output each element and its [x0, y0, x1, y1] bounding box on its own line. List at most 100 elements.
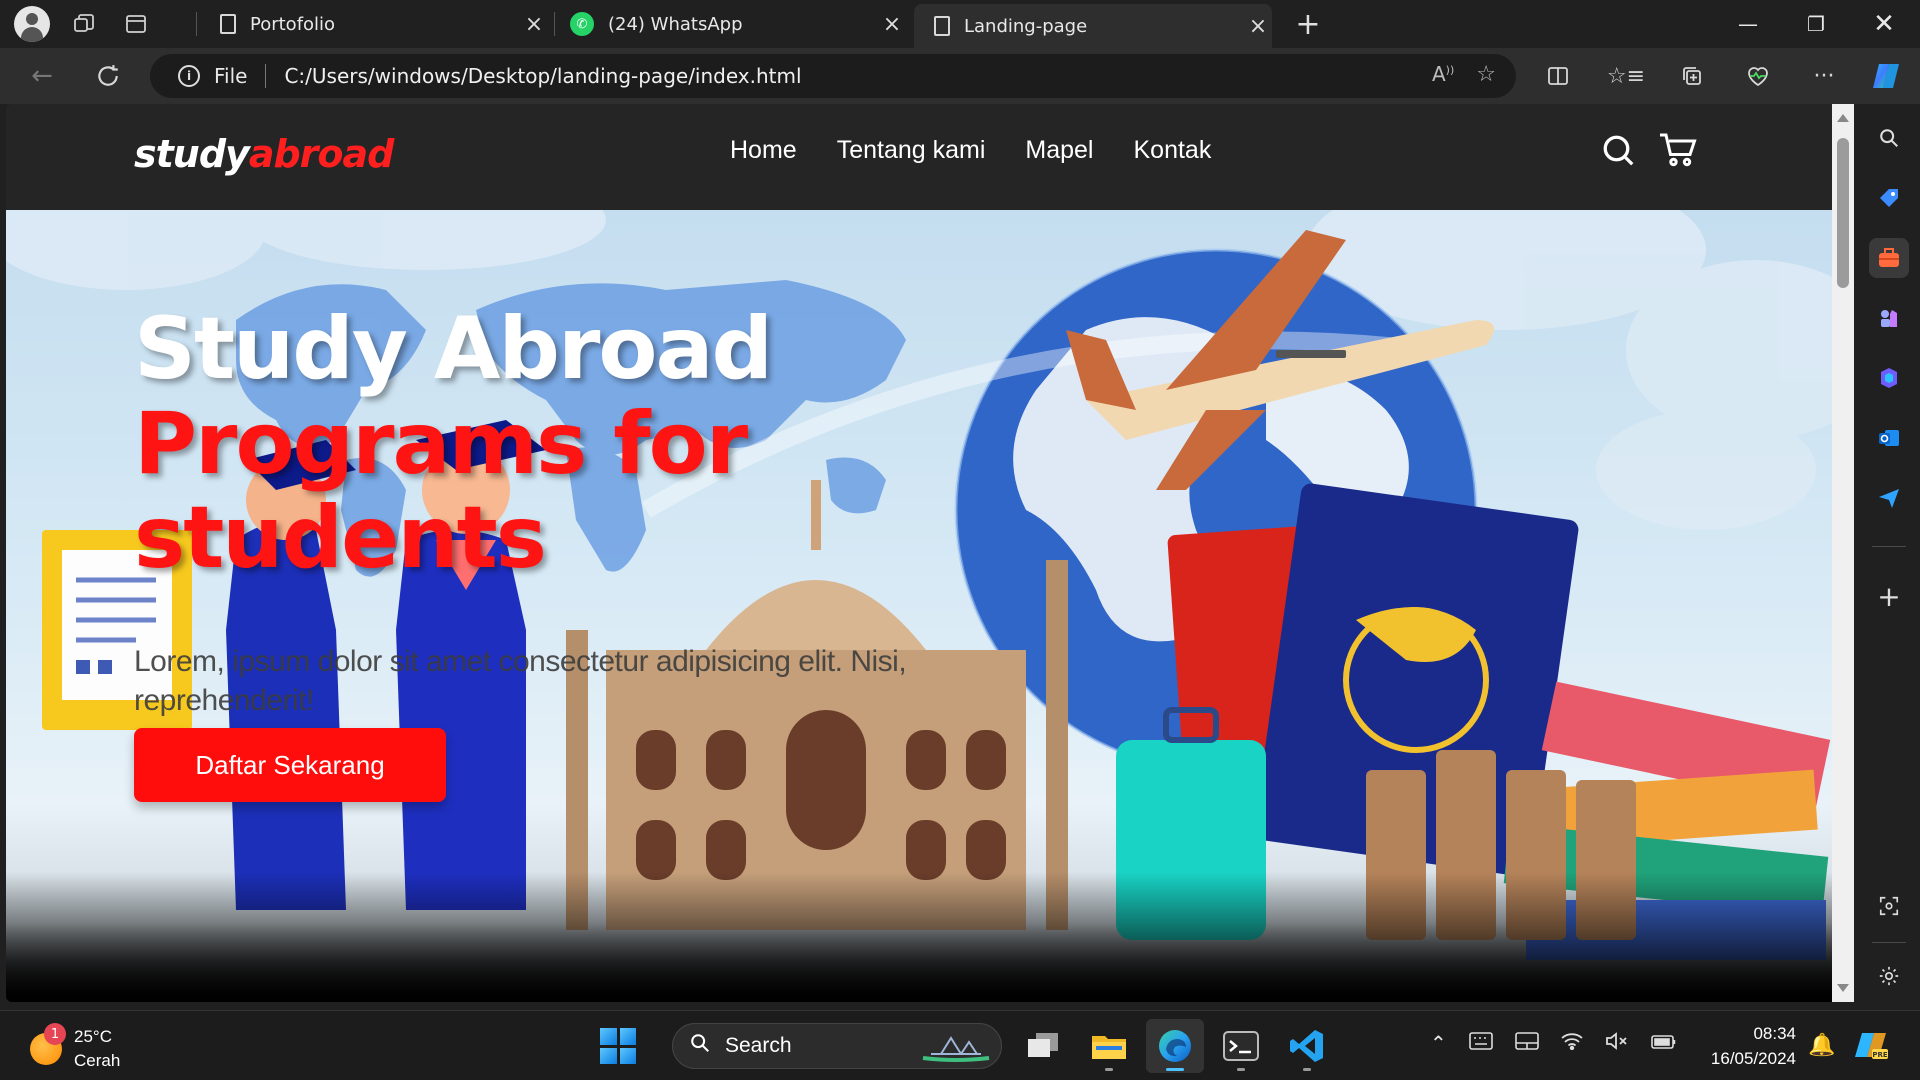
clock-date: 16/05/2024 — [1710, 1049, 1796, 1068]
tab-separator — [554, 12, 555, 36]
logo-part-abroad: abroad — [248, 132, 395, 176]
hero-title-line2: Programs for — [134, 393, 748, 494]
weather-condition: Cerah — [74, 1051, 121, 1070]
hero-bottom-fade — [6, 872, 1832, 1002]
games-chess-icon[interactable] — [1869, 298, 1909, 338]
close-window-button[interactable]: ✕ — [1850, 0, 1918, 48]
copilot-taskbar-icon[interactable]: PRE — [1854, 1027, 1890, 1063]
file-explorer-icon[interactable] — [1080, 1019, 1138, 1073]
split-screen-icon[interactable] — [1538, 58, 1578, 94]
search-placeholder: Search — [725, 1034, 792, 1057]
outlook-icon[interactable] — [1869, 418, 1909, 458]
keyboard-icon[interactable] — [1468, 1031, 1493, 1055]
site-menu: Home Tentang kami Mapel Kontak — [730, 136, 1211, 165]
address-bar[interactable]: i File C:/Users/windows/Desktop/landing-… — [150, 54, 1516, 98]
page-icon — [934, 16, 950, 36]
collections-icon[interactable] — [1672, 58, 1712, 94]
browser-essentials-icon[interactable] — [1738, 58, 1778, 94]
page-viewport: studyabroad Home Tentang kami Mapel Kont… — [6, 104, 1832, 1002]
tab-landing-page[interactable]: Landing-page × — [914, 4, 1272, 48]
scroll-thumb[interactable] — [1837, 138, 1849, 288]
search-icon[interactable] — [1600, 132, 1636, 172]
hero-title-line3: students — [134, 488, 547, 589]
menu-mapel[interactable]: Mapel — [1025, 136, 1093, 165]
tab-whatsapp[interactable]: ✆ (24) WhatsApp × — [558, 4, 906, 44]
page-icon — [220, 14, 236, 34]
restore-button[interactable]: ❐ — [1782, 0, 1850, 48]
profile-avatar[interactable] — [14, 6, 50, 42]
register-now-button[interactable]: Daftar Sekarang — [134, 728, 446, 802]
hero-description: Lorem, ipsum dolor sit amet consectetur … — [134, 645, 907, 717]
copilot-icon[interactable] — [1866, 58, 1906, 94]
tools-briefcase-icon[interactable] — [1869, 238, 1909, 278]
browser-tab-bar: Portofolio × ✆ (24) WhatsApp × Landing-p… — [0, 0, 1920, 48]
weather-widget[interactable]: 1 25°C Cerah — [30, 1023, 121, 1073]
tab-separator — [196, 12, 197, 36]
start-button[interactable] — [600, 1028, 636, 1064]
screenshot-icon[interactable] — [1869, 886, 1909, 926]
touchpad-icon[interactable] — [1514, 1031, 1539, 1055]
minimize-button[interactable]: — — [1714, 0, 1782, 48]
weather-temperature: 25°C — [74, 1027, 112, 1046]
tab-portofolio[interactable]: Portofolio × — [200, 4, 548, 44]
hero-title: Study Abroad Programs for students — [134, 302, 773, 589]
close-tab-icon[interactable]: × — [520, 12, 548, 37]
system-tray: ⌃ — [1430, 1031, 1677, 1055]
cart-icon[interactable] — [1658, 132, 1698, 172]
taskbar-search[interactable]: Search — [672, 1023, 1002, 1069]
tab-label: Portofolio — [250, 13, 336, 35]
add-icon[interactable]: + — [1869, 576, 1909, 616]
settings-gear-icon[interactable] — [1869, 956, 1909, 996]
wifi-icon[interactable] — [1561, 1031, 1583, 1055]
menu-home[interactable]: Home — [730, 136, 797, 165]
divider — [265, 64, 267, 88]
chevron-up-icon[interactable]: ⌃ — [1430, 1031, 1447, 1055]
scroll-up-arrow-icon[interactable] — [1837, 114, 1849, 122]
search-icon — [689, 1032, 711, 1060]
close-tab-icon[interactable]: × — [878, 12, 906, 37]
favorite-star-icon[interactable]: ☆ — [1476, 62, 1496, 87]
close-tab-icon[interactable]: × — [1244, 14, 1272, 39]
read-aloud-icon[interactable]: A)) — [1432, 62, 1454, 87]
edge-sidebar: + — [1858, 104, 1920, 1010]
terminal-icon[interactable] — [1212, 1019, 1270, 1073]
workspaces-icon[interactable] — [62, 2, 106, 46]
bridge-highlight-icon — [922, 1036, 990, 1062]
send-icon[interactable] — [1869, 478, 1909, 518]
edge-browser-icon[interactable] — [1146, 1019, 1204, 1073]
scroll-down-arrow-icon[interactable] — [1837, 984, 1849, 992]
notification-bell-icon[interactable]: 🔔 — [1808, 1033, 1835, 1058]
hero-section: Study Abroad Programs for students Lorem… — [6, 210, 1832, 1002]
task-view-icon[interactable] — [1014, 1019, 1072, 1073]
tab-label: Landing-page — [964, 15, 1088, 37]
system-clock[interactable]: 08:34 16/05/2024 — [1700, 1021, 1796, 1071]
battery-icon[interactable] — [1650, 1031, 1677, 1055]
url-text[interactable]: C:/Users/windows/Desktop/landing-page/in… — [284, 64, 801, 88]
more-options-icon[interactable]: ··· — [1804, 58, 1844, 94]
windows-taskbar: 1 25°C Cerah Search ⌃ 08:34 16/05/2024 🔔… — [0, 1010, 1920, 1080]
menu-kontak[interactable]: Kontak — [1133, 136, 1211, 165]
shopping-tag-icon[interactable] — [1869, 178, 1909, 218]
tab-label: (24) WhatsApp — [608, 13, 743, 35]
page-scrollbar[interactable] — [1832, 104, 1854, 1002]
divider — [1872, 546, 1906, 547]
site-logo[interactable]: studyabroad — [134, 132, 395, 176]
info-icon[interactable]: i — [178, 65, 200, 87]
microsoft-365-icon[interactable] — [1869, 358, 1909, 398]
vscode-icon[interactable] — [1278, 1019, 1336, 1073]
volume-muted-icon[interactable] — [1605, 1031, 1629, 1055]
scheme-label: File — [214, 64, 248, 88]
menu-tentang-kami[interactable]: Tentang kami — [837, 136, 986, 165]
refresh-button[interactable] — [88, 56, 128, 96]
site-navbar: studyabroad Home Tentang kami Mapel Kont… — [6, 104, 1832, 210]
sun-icon: 1 — [30, 1023, 66, 1065]
divider — [1872, 942, 1906, 943]
notification-badge: 1 — [44, 1023, 66, 1045]
tab-actions-icon[interactable] — [114, 2, 158, 46]
back-button[interactable]: ← — [22, 56, 62, 96]
search-icon[interactable] — [1869, 118, 1909, 158]
new-tab-button[interactable]: + — [1290, 6, 1326, 42]
address-toolbar: ← i File C:/Users/windows/Desktop/landin… — [0, 48, 1920, 104]
favorites-icon[interactable]: ☆≡ — [1606, 58, 1646, 94]
logo-part-study: study — [134, 132, 250, 176]
